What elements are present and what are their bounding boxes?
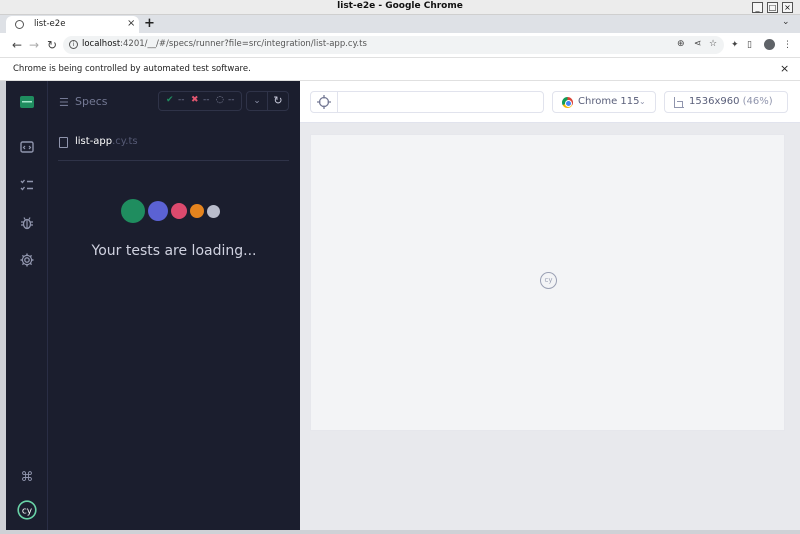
viewport-resize-icon xyxy=(674,97,684,108)
cypress-app: ⌘ cy ☰ Specs ✔ -- ✖ -- ◌ -- ⌄ ↻ list-app… xyxy=(0,81,800,534)
new-tab-button[interactable]: + xyxy=(144,15,155,33)
rerun-refresh-button[interactable]: ↻ xyxy=(267,91,289,111)
site-info-icon[interactable]: i xyxy=(69,40,78,49)
aut-url-input[interactable] xyxy=(337,91,544,113)
runs-nav-icon[interactable] xyxy=(18,176,36,194)
minimize-button[interactable]: _ xyxy=(752,2,763,13)
runner-header: Chrome 115 ⌄ 1536x960 (46%) xyxy=(300,81,800,123)
cypress-loading-spinner-icon: cy xyxy=(540,272,557,289)
browser-window: list-e2e - Google Chrome _ □ × list-e2e … xyxy=(0,0,800,534)
debug-bug-icon[interactable] xyxy=(18,214,36,232)
tab-strip: list-e2e × xyxy=(0,15,800,33)
close-window-button[interactable]: × xyxy=(782,2,793,13)
zoom-icon[interactable]: ⊕ xyxy=(677,39,685,49)
app-under-test-frame[interactable]: cy xyxy=(310,134,785,431)
side-navigation: ⌘ cy xyxy=(6,81,48,530)
share-icon[interactable]: ⋖ xyxy=(694,39,702,49)
document-icon xyxy=(59,137,68,148)
window-title: list-e2e - Google Chrome xyxy=(337,1,463,11)
menu-kebab-icon[interactable]: ⋮ xyxy=(783,40,792,50)
forward-button[interactable]: → xyxy=(29,37,39,53)
aut-runner: Chrome 115 ⌄ 1536x960 (46%) cy xyxy=(300,81,800,530)
address-bar[interactable]: i localhost:4201/__/#/specs/runner?file=… xyxy=(63,36,724,54)
specs-list-icon[interactable]: ☰ xyxy=(59,96,69,109)
tab-close-icon[interactable]: × xyxy=(127,18,135,29)
cypress-logo-icon[interactable] xyxy=(18,93,36,111)
browser-tab[interactable]: list-e2e × xyxy=(6,16,139,33)
infobar-close-icon[interactable]: × xyxy=(780,62,789,75)
viewport-info-button[interactable]: 1536x960 (46%) xyxy=(664,91,788,113)
automation-infobar: Chrome is being controlled by automated … xyxy=(0,57,800,81)
window-bottom-edge xyxy=(0,530,800,534)
spec-file-row[interactable]: list-app.cy.ts xyxy=(58,134,290,152)
divider xyxy=(58,160,289,161)
spec-file-name: list-app.cy.ts xyxy=(75,136,138,147)
loading-dot xyxy=(148,201,168,221)
side-panel-icon[interactable]: ▯ xyxy=(747,40,752,50)
loading-dot xyxy=(207,204,220,218)
failed-x-icon: ✖ xyxy=(191,95,199,105)
loading-dot xyxy=(121,199,145,223)
chrome-logo-icon xyxy=(562,97,573,108)
test-stats: ✔ -- ✖ -- ◌ -- xyxy=(158,91,242,111)
collapse-chevron-button[interactable]: ⌄ xyxy=(246,91,268,111)
chevron-down-icon: ⌄ xyxy=(639,97,646,106)
maximize-button[interactable]: □ xyxy=(767,2,778,13)
profile-avatar-icon[interactable] xyxy=(764,39,775,50)
browser-toolbar: ← → ↻ i localhost:4201/__/#/specs/runner… xyxy=(0,33,800,57)
specs-header: ☰ Specs ✔ -- ✖ -- ◌ -- ⌄ ↻ xyxy=(48,81,300,121)
keyboard-shortcuts-icon[interactable]: ⌘ xyxy=(18,468,36,486)
specs-panel: ☰ Specs ✔ -- ✖ -- ◌ -- ⌄ ↻ list-app.cy.t… xyxy=(48,81,300,530)
title-bar: list-e2e - Google Chrome _ □ × xyxy=(0,0,800,15)
pending-count: -- xyxy=(228,95,235,105)
failed-count: -- xyxy=(203,95,210,105)
selector-playground-button[interactable] xyxy=(310,91,338,113)
loading-dot xyxy=(190,204,204,218)
cypress-cy-logo-icon[interactable]: cy xyxy=(17,500,37,520)
browser-selector-button[interactable]: Chrome 115 ⌄ xyxy=(552,91,656,113)
infobar-message: Chrome is being controlled by automated … xyxy=(13,64,251,74)
specs-nav-icon[interactable] xyxy=(18,138,36,156)
reload-button[interactable]: ↻ xyxy=(47,37,57,53)
settings-gear-icon[interactable] xyxy=(18,251,36,269)
specs-title[interactable]: Specs xyxy=(75,95,108,108)
pending-spinner-icon: ◌ xyxy=(216,95,224,105)
url-text: localhost:4201/__/#/specs/runner?file=sr… xyxy=(82,39,367,49)
back-button[interactable]: ← xyxy=(12,37,22,53)
viewport-label: 1536x960 (46%) xyxy=(689,96,773,107)
extensions-icon[interactable]: ✦ xyxy=(731,40,739,50)
passed-count: -- xyxy=(178,95,185,105)
passed-check-icon: ✔ xyxy=(166,95,174,105)
cypress-favicon-icon xyxy=(15,20,24,29)
tab-title: list-e2e xyxy=(34,19,66,29)
loading-dot xyxy=(171,203,187,219)
svg-text:cy: cy xyxy=(22,507,33,517)
loading-message: Your tests are loading... xyxy=(91,243,257,259)
browser-label: Chrome 115 xyxy=(578,96,640,107)
tab-search-icon[interactable]: ⌄ xyxy=(782,17,790,27)
bookmark-star-icon[interactable]: ☆ xyxy=(709,39,717,49)
